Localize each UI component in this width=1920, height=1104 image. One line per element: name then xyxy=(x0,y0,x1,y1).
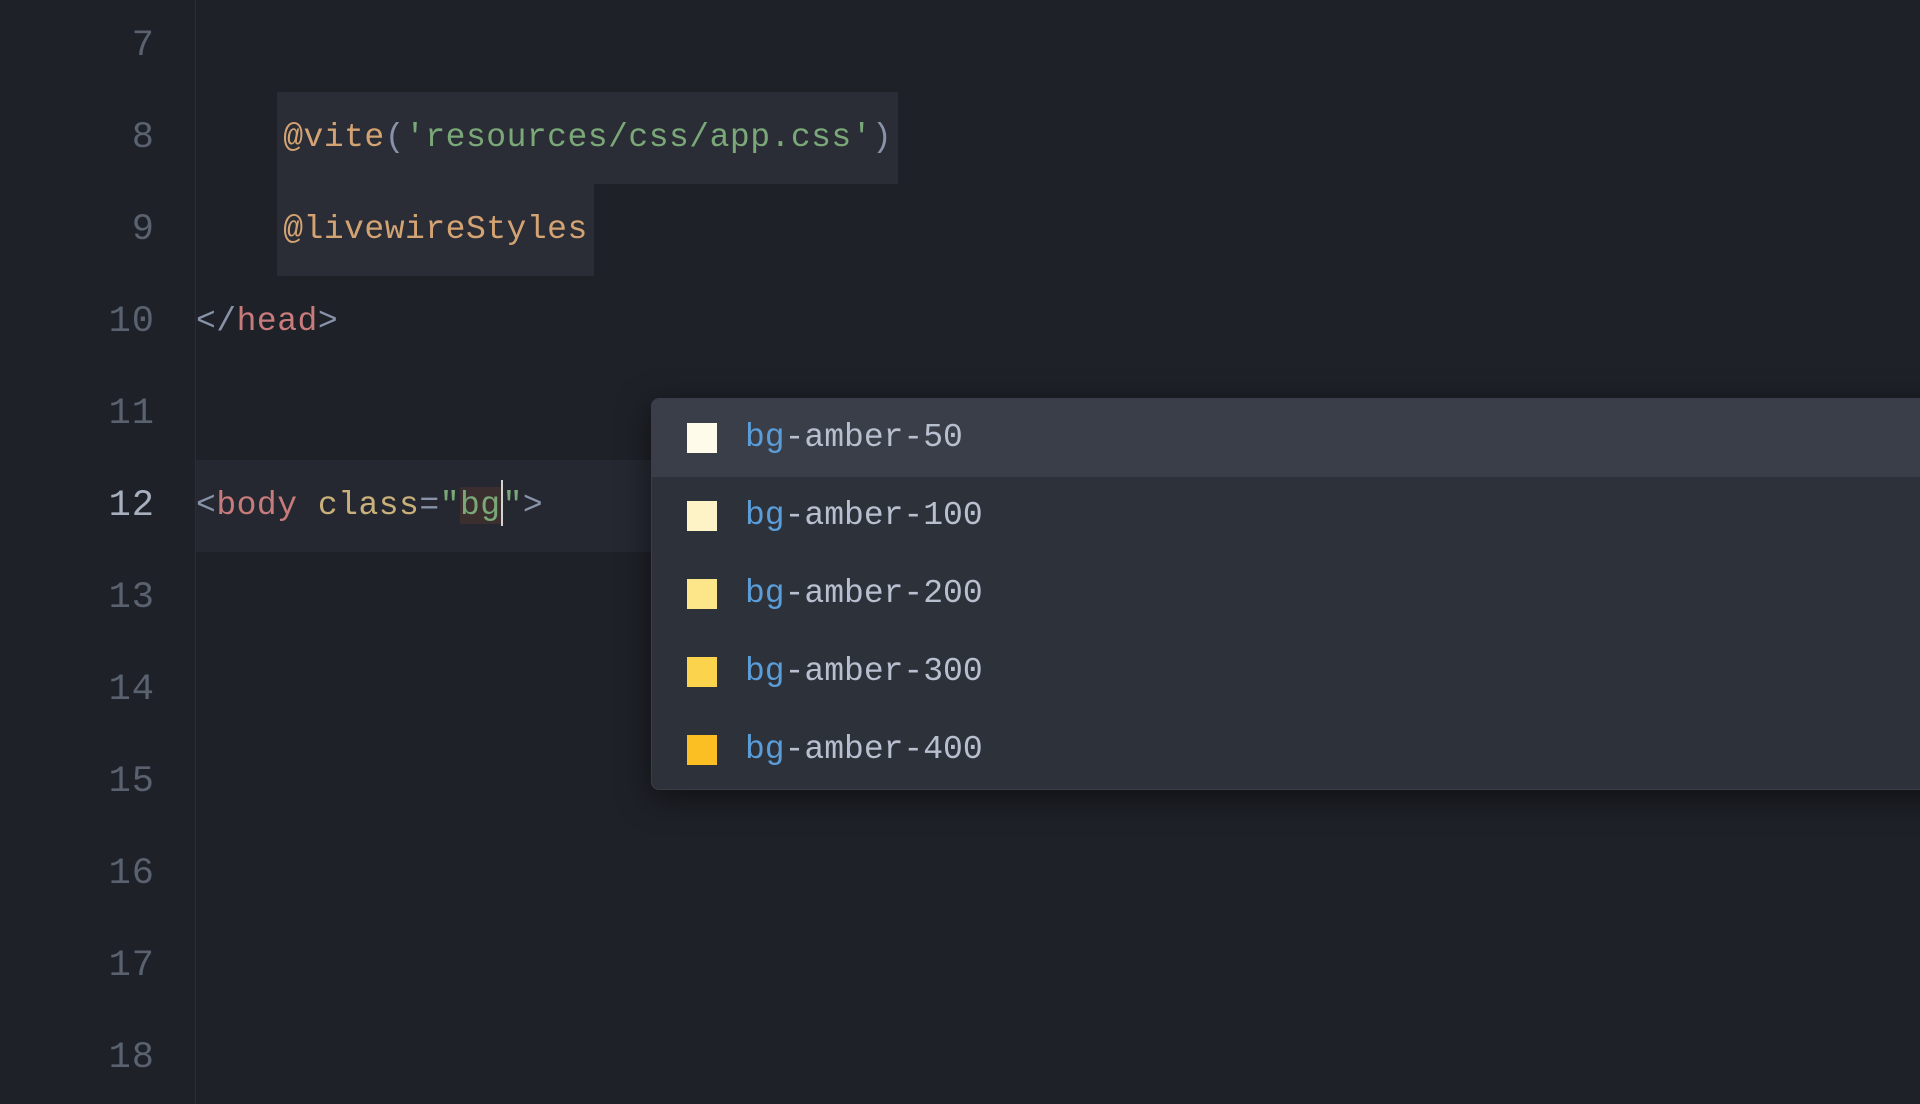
line-number: 10 xyxy=(0,276,195,368)
text-cursor xyxy=(501,480,503,526)
blade-directive: @livewireStyles xyxy=(283,211,588,248)
code-line-17 xyxy=(196,920,1920,1012)
color-swatch-icon xyxy=(687,501,717,531)
line-number: 13 xyxy=(0,552,195,644)
line-number-active: 12 xyxy=(0,460,195,552)
line-number: 16 xyxy=(0,828,195,920)
color-swatch-icon xyxy=(687,579,717,609)
line-number: 14 xyxy=(0,644,195,736)
line-number: 15 xyxy=(0,736,195,828)
line-number-gutter: 7 8 9 10 11 12 13 14 15 16 17 18 xyxy=(0,0,196,1104)
code-line-9: @livewireStyles xyxy=(196,184,1920,276)
autocomplete-item-selected[interactable]: bg-amber-50 xyxy=(652,399,1920,477)
code-line-16 xyxy=(196,828,1920,920)
suggestion-text: bg-amber-300 xyxy=(745,633,983,711)
line-number: 8 xyxy=(0,92,195,184)
code-line-7 xyxy=(196,0,1920,92)
typed-class-value: bg xyxy=(460,487,501,524)
suggestion-text: bg-amber-100 xyxy=(745,477,983,555)
line-number: 18 xyxy=(0,1012,195,1104)
code-line-18 xyxy=(196,1012,1920,1104)
html-tag: body xyxy=(216,487,297,524)
suggestion-text: bg-amber-200 xyxy=(745,555,983,633)
suggestion-text: bg-amber-400 xyxy=(745,711,983,789)
string-literal: 'resources/css/app.css' xyxy=(405,119,872,156)
autocomplete-item[interactable]: bg-amber-400 xyxy=(652,711,1920,789)
code-editor[interactable]: 7 8 9 10 11 12 13 14 15 16 17 18 @vite('… xyxy=(0,0,1920,1104)
code-line-8: @vite('resources/css/app.css') xyxy=(196,92,1920,184)
html-tag: head xyxy=(237,303,318,340)
autocomplete-item[interactable]: bg-amber-300 xyxy=(652,633,1920,711)
blade-directive: @vite xyxy=(283,119,385,156)
line-number: 11 xyxy=(0,368,195,460)
editor-wrapper: 7 8 9 10 11 12 13 14 15 16 17 18 @vite('… xyxy=(0,0,1920,1104)
code-area[interactable]: @vite('resources/css/app.css') @livewire… xyxy=(196,0,1920,1104)
suggestion-text: bg-amber-50 xyxy=(745,399,963,477)
code-line-10: </head> xyxy=(196,276,1920,368)
line-number: 7 xyxy=(0,0,195,92)
html-attribute: class xyxy=(318,487,420,524)
color-swatch-icon xyxy=(687,423,717,453)
autocomplete-popup[interactable]: bg-amber-50 bg-amber-100 bg-amber-200 bg… xyxy=(651,398,1920,790)
autocomplete-item[interactable]: bg-amber-100 xyxy=(652,477,1920,555)
color-swatch-icon xyxy=(687,657,717,687)
line-number: 17 xyxy=(0,920,195,1012)
autocomplete-item[interactable]: bg-amber-200 xyxy=(652,555,1920,633)
color-swatch-icon xyxy=(687,735,717,765)
line-number: 9 xyxy=(0,184,195,276)
